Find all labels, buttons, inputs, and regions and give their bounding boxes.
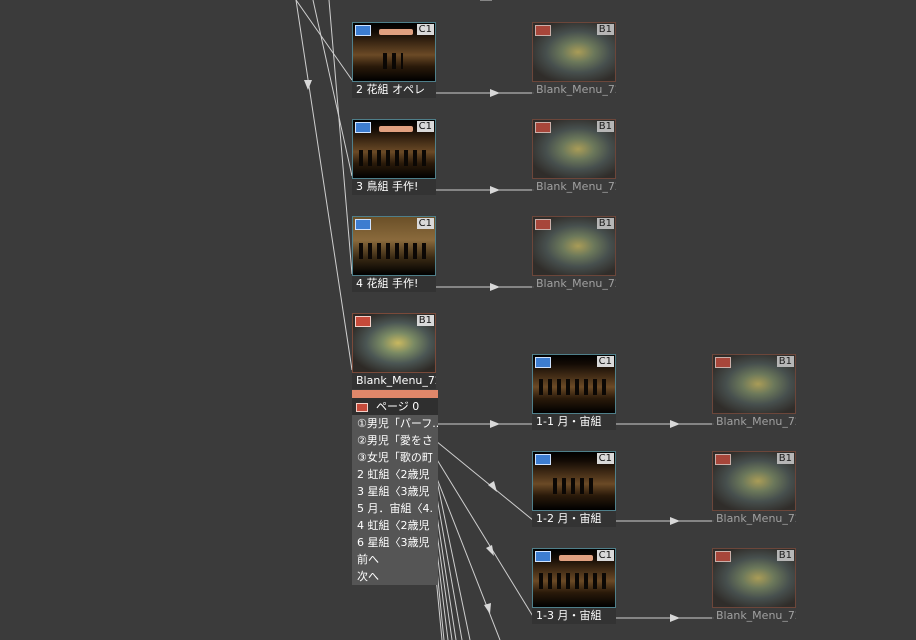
clip-badge: C1 <box>416 24 434 35</box>
menu-caption: Blank_Menu_72 <box>532 276 616 292</box>
movie-icon <box>535 454 551 465</box>
page-icon <box>356 402 368 412</box>
clip-caption: 4 花組 手作! <box>352 276 436 292</box>
menu-badge: B1 <box>596 24 614 35</box>
clip-caption: 1-3 月・宙組 <box>532 608 616 624</box>
menu-button-item[interactable]: ②男児「愛をさ <box>352 432 438 449</box>
menu-badge: B1 <box>416 315 434 326</box>
clip-caption: 1-2 月・宙組 <box>532 511 616 527</box>
menu-button-item[interactable]: 2 虹組〈2歳児 <box>352 466 438 483</box>
movie-icon <box>355 25 371 36</box>
menu-icon <box>715 357 731 368</box>
movie-icon <box>355 122 371 133</box>
clip-badge: C1 <box>416 218 434 229</box>
menu-icon <box>535 219 551 230</box>
menu-button-item[interactable]: 3 星組〈3歳児 <box>352 483 438 500</box>
menu-icon <box>535 122 551 133</box>
menu-badge: B1 <box>596 218 614 229</box>
menu-caption: Blank_Menu_72 <box>712 511 796 527</box>
menu-button-item[interactable]: 4 虹組〈2歳児 <box>352 517 438 534</box>
menu-caption: Blank_Menu_72 <box>532 179 616 195</box>
menu-caption: Blank_Menu_72 <box>712 608 796 624</box>
menu-page-row[interactable]: ページ 0 <box>352 398 438 415</box>
menu-button-item[interactable]: 6 星組〈3歳児 <box>352 534 438 551</box>
menu-button-item[interactable]: ①男児「パーフ... <box>352 415 438 432</box>
menu-badge: B1 <box>776 550 794 561</box>
menu-button-item[interactable]: 5 月．宙組〈4. <box>352 500 438 517</box>
menu-caption: Blank_Menu_72 <box>352 373 436 389</box>
menu-page-label: ページ 0 <box>376 400 420 413</box>
clip-badge: C1 <box>596 356 614 367</box>
menu-caption: Blank_Menu_72 <box>712 414 796 430</box>
menu-panel-header <box>352 390 438 398</box>
menu-button-next[interactable]: 次へ <box>352 568 438 585</box>
menu-badge: B1 <box>596 121 614 132</box>
menu-button-panel: ページ 0 ①男児「パーフ... ②男児「愛をさ ③女児「歌の町 2 虹組〈2歳… <box>352 390 438 585</box>
menu-icon <box>715 551 731 562</box>
menu-icon <box>355 316 371 327</box>
clip-badge: C1 <box>596 453 614 464</box>
clip-badge: C1 <box>416 121 434 132</box>
movie-icon <box>535 357 551 368</box>
menu-badge: B1 <box>776 453 794 464</box>
menu-button-prev[interactable]: 前へ <box>352 551 438 568</box>
clip-caption: 2 花組 オペレ <box>352 82 436 98</box>
movie-icon <box>535 551 551 562</box>
menu-icon <box>535 25 551 36</box>
menu-caption: Blank_Menu_72 <box>532 82 616 98</box>
menu-badge: B1 <box>776 356 794 367</box>
menu-icon <box>715 454 731 465</box>
movie-icon <box>355 219 371 230</box>
clip-caption: 1-1 月・宙組 <box>532 414 616 430</box>
menu-button-item[interactable]: ③女児「歌の町 <box>352 449 438 466</box>
clip-badge: C1 <box>596 550 614 561</box>
connection-wires <box>295 0 714 640</box>
clip-caption: 3 鳥組 手作! <box>352 179 436 195</box>
